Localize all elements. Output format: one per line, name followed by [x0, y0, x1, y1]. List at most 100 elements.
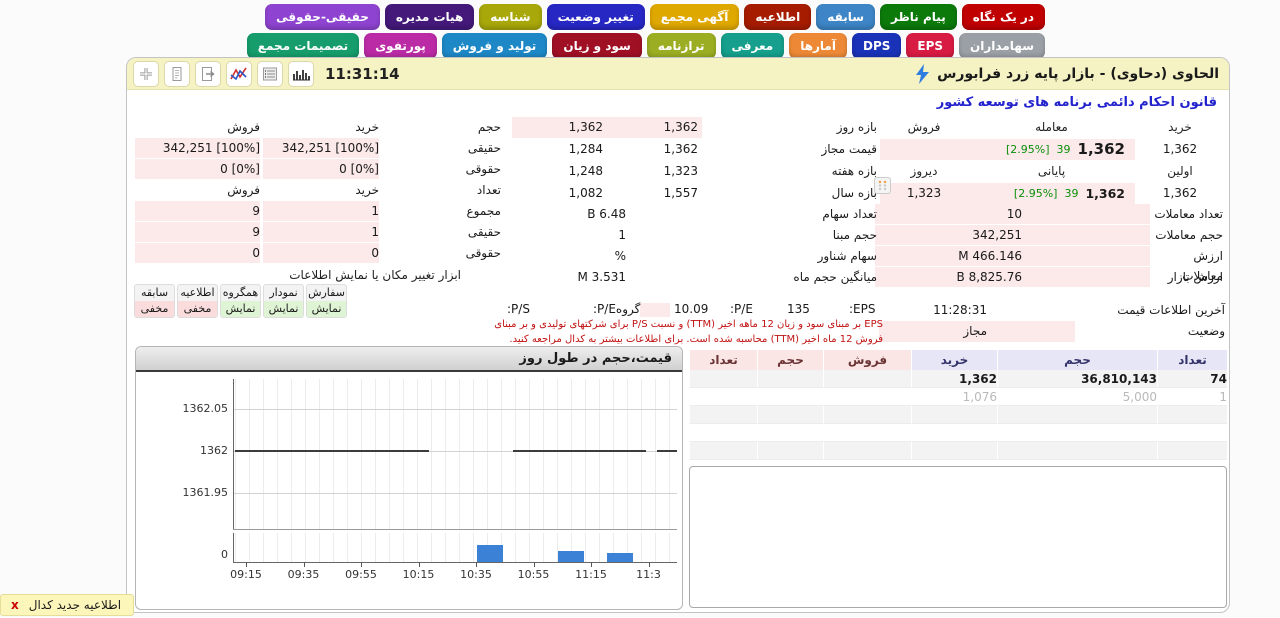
tool-label: نمودار	[269, 286, 298, 299]
stat-label: ارزش معاملات	[1182, 249, 1223, 283]
xtick-label: 09:35	[287, 568, 320, 581]
tab-tolid-forush[interactable]: تولید و فروش	[441, 33, 548, 59]
gridline	[233, 493, 677, 494]
tab-heiat-modire[interactable]: هیات مدیره	[384, 4, 475, 30]
tab-portfolio[interactable]: پورتفوی	[364, 33, 437, 59]
xtick-mark	[533, 562, 535, 567]
tab-dps[interactable]: DPS	[851, 33, 902, 59]
buy-col-header: خرید	[911, 350, 997, 370]
tool-state: نمایش	[221, 301, 260, 317]
codal-notification[interactable]: اطلاعیه جدید کدال x	[0, 594, 135, 616]
buy-value: 1	[263, 201, 379, 221]
tool-label: سابقه	[140, 286, 169, 299]
xtick-label: 11:3	[636, 568, 661, 581]
tab-amarha[interactable]: آمارها	[789, 33, 847, 59]
sell-col-header: تعداد	[689, 350, 757, 370]
order-cell	[757, 442, 823, 460]
yesterday-price: 1,323	[880, 183, 968, 204]
stat-value: 1	[618, 228, 626, 242]
tab-shenase[interactable]: شناسه	[479, 4, 542, 30]
tool-hamgorooh[interactable]: همگروه نمایش	[220, 284, 261, 318]
xtick-label: 09:55	[345, 568, 377, 581]
xtick-mark	[476, 562, 477, 567]
range-high: 1,362	[663, 142, 698, 156]
range-label: قیمت مجاز	[821, 142, 877, 156]
order-book-row[interactable]	[689, 442, 1227, 460]
order-cell: 1	[1157, 388, 1227, 406]
group-pe-label: گروهP/E:	[593, 302, 641, 316]
tab-sood-zian[interactable]: سود و زیان	[552, 33, 642, 59]
tool-state: نمایش	[264, 301, 303, 317]
report-icon[interactable]	[164, 61, 190, 87]
order-cell	[689, 370, 757, 388]
tab-etelaieh[interactable]: اطلاعیه	[744, 4, 812, 30]
stat-value: 10	[875, 204, 1150, 224]
tab-tasmimat-majma[interactable]: تصمیمات مجمع	[246, 33, 360, 59]
buy-value: 0	[263, 243, 379, 263]
trade-price-cell: 1,362 39 [2.95%]	[968, 139, 1135, 160]
tool-label: اطلاعیه	[180, 286, 215, 299]
chart-title: قیمت،حجم در طول روز	[136, 347, 682, 372]
tab-sahamdaran[interactable]: سهامداران	[959, 33, 1045, 59]
tab-eps[interactable]: EPS	[906, 33, 955, 59]
tab-moarefi[interactable]: معرفی	[720, 33, 785, 59]
row-label: مجموع	[466, 204, 501, 218]
order-cell	[911, 442, 997, 460]
sell-value: 0 [0%]	[135, 159, 260, 179]
tab-sabeghe[interactable]: سابقه	[816, 4, 876, 30]
order-book-row[interactable]: 74 36,810,143 1,362	[689, 370, 1227, 388]
sell-value: 342,251 [100%]	[135, 138, 260, 158]
tab-dar-yek-negah[interactable]: در یک نگاه	[961, 4, 1045, 30]
volume-bars-icon[interactable]	[288, 61, 314, 87]
trade-change: 39	[1056, 143, 1071, 156]
tab-taraznameh[interactable]: ترازنامه	[646, 33, 716, 59]
order-book-row[interactable]	[689, 424, 1227, 442]
add-icon[interactable]	[133, 61, 159, 87]
tools-block: ابزار تغییر مکان یا نمایش اطلاعات سفارش ن…	[134, 268, 475, 318]
ytick-high: 1362.05	[182, 402, 229, 415]
order-book-row[interactable]	[689, 406, 1227, 424]
tab-haghighi-hoghughi[interactable]: حقیقی-حقوقی	[265, 4, 380, 30]
table-header: حجم	[477, 120, 501, 134]
order-cell: 74	[1157, 370, 1227, 388]
tool-sefaresh[interactable]: سفارش نمایش	[306, 284, 347, 318]
subtitle-link[interactable]: قانون احکام دائمی برنامه های توسعه کشور	[937, 95, 1217, 110]
close-icon[interactable]: x	[11, 598, 19, 612]
tool-etelaieh[interactable]: اطلاعیه مخفی	[177, 284, 218, 318]
first-price: 1,362	[1162, 186, 1198, 200]
stat-value: 6.48 B	[587, 207, 626, 221]
row-label: حقوقی	[465, 162, 501, 176]
range-low: 1,082	[568, 186, 603, 200]
range-high: 1,557	[663, 186, 698, 200]
order-book-row[interactable]: 1 5,000 1,076	[689, 388, 1227, 406]
tab-agahi-majma[interactable]: آگهی مجمع	[649, 4, 740, 30]
row-label: حقوقی	[465, 246, 501, 260]
tab-payam-nazer[interactable]: پیام ناظر	[880, 4, 957, 30]
price-grid	[235, 379, 677, 529]
trade-change-pct: [2.95%]	[1006, 143, 1050, 156]
tool-nemoodar[interactable]: نمودار نمایش	[263, 284, 304, 318]
col-first-label: اولین	[1167, 164, 1193, 178]
xtick-label: 10:55	[517, 568, 550, 581]
tab-taghir-vaziat[interactable]: تغییر وضعیت	[546, 4, 645, 30]
list-icon[interactable]	[257, 61, 283, 87]
order-cell	[757, 370, 823, 388]
order-cell: 36,810,143	[997, 370, 1157, 388]
export-icon[interactable]	[195, 61, 221, 87]
chart-lines-icon[interactable]	[226, 61, 252, 87]
col-trade-label: معامله	[1035, 120, 1068, 134]
notification-text: اطلاعیه جدید کدال	[28, 598, 122, 612]
tool-sabeghe[interactable]: سابقه مخفی	[134, 284, 175, 318]
stat-value: 466.146 M	[875, 246, 1150, 266]
range-low: 1,362	[512, 117, 607, 138]
buy-value: 1	[263, 222, 379, 242]
quote-grid: خرید معامله فروش 1,362 1,362 39 [2.95%] …	[880, 117, 1225, 204]
